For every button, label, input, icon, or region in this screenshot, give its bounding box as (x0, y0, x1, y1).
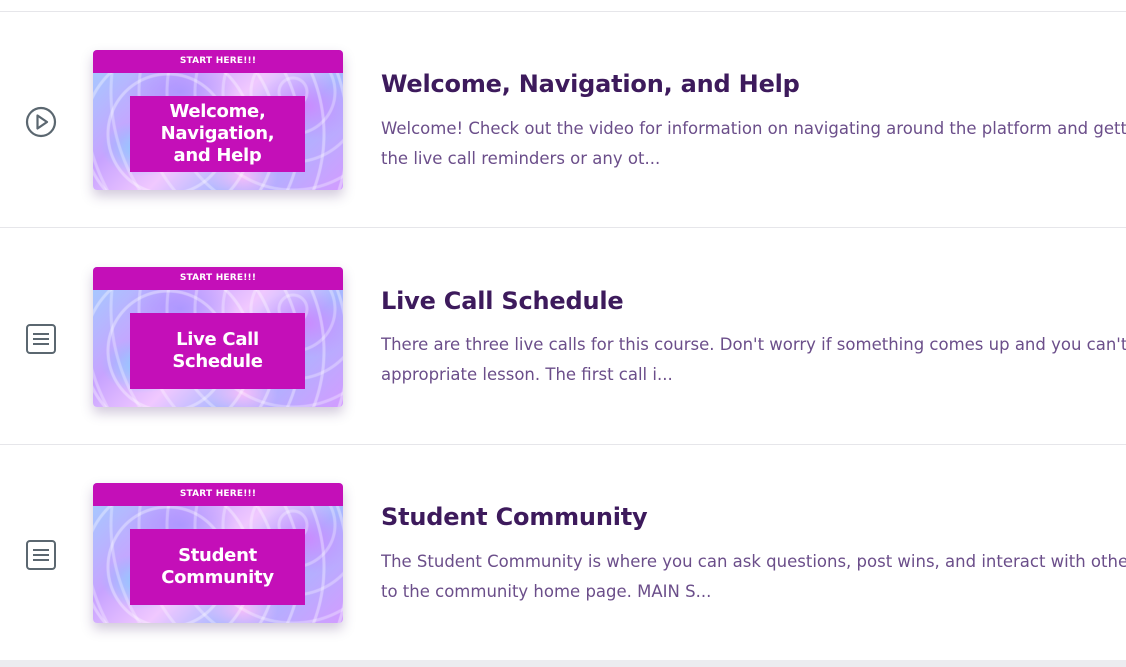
lesson-description-line: Welcome! Check out the video for informa… (381, 119, 1126, 138)
lesson-item-live-call-schedule[interactable]: START HERE!!! Live Call Schedule Live Ca… (0, 229, 1126, 445)
lesson-title[interactable]: Live Call Schedule (381, 287, 624, 315)
lesson-description: The Student Community is where you can a… (381, 547, 1126, 607)
lesson-description: Welcome! Check out the video for informa… (381, 114, 1126, 174)
lesson-item-student-community[interactable]: START HERE!!! Student Community Student … (0, 445, 1126, 661)
lesson-description-line: There are three live calls for this cour… (381, 335, 1126, 354)
lesson-thumbnail[interactable]: START HERE!!! Live Call Schedule (93, 267, 343, 407)
play-circle-icon (25, 106, 57, 138)
text-document-icon (26, 324, 56, 354)
thumbnail-banner: START HERE!!! (93, 483, 343, 506)
lesson-list-page: START HERE!!! Welcome, Navigation, and H… (0, 0, 1126, 667)
lesson-description-line: to the community home page. MAIN S... (381, 582, 712, 601)
lesson-description: There are three live calls for this cour… (381, 330, 1126, 390)
lesson-thumbnail[interactable]: START HERE!!! Student Community (93, 483, 343, 623)
lesson-description-line: appropriate lesson. The first call i... (381, 365, 673, 384)
lesson-thumbnail[interactable]: START HERE!!! Welcome, Navigation, and H… (93, 50, 343, 190)
thumbnail-title: Welcome, Navigation, and Help (130, 96, 305, 172)
lesson-title[interactable]: Welcome, Navigation, and Help (381, 70, 800, 98)
list-bottom-bar (0, 660, 1126, 667)
text-document-icon (26, 540, 56, 570)
thumbnail-title: Live Call Schedule (130, 313, 305, 389)
thumbnail-banner: START HERE!!! (93, 267, 343, 290)
thumbnail-banner: START HERE!!! (93, 50, 343, 73)
lesson-description-line: The Student Community is where you can a… (381, 552, 1126, 571)
lesson-description-line: the live call reminders or any ot... (381, 149, 661, 168)
lesson-title[interactable]: Student Community (381, 503, 648, 531)
thumbnail-title: Student Community (130, 529, 305, 605)
lesson-item-welcome[interactable]: START HERE!!! Welcome, Navigation, and H… (0, 12, 1126, 228)
